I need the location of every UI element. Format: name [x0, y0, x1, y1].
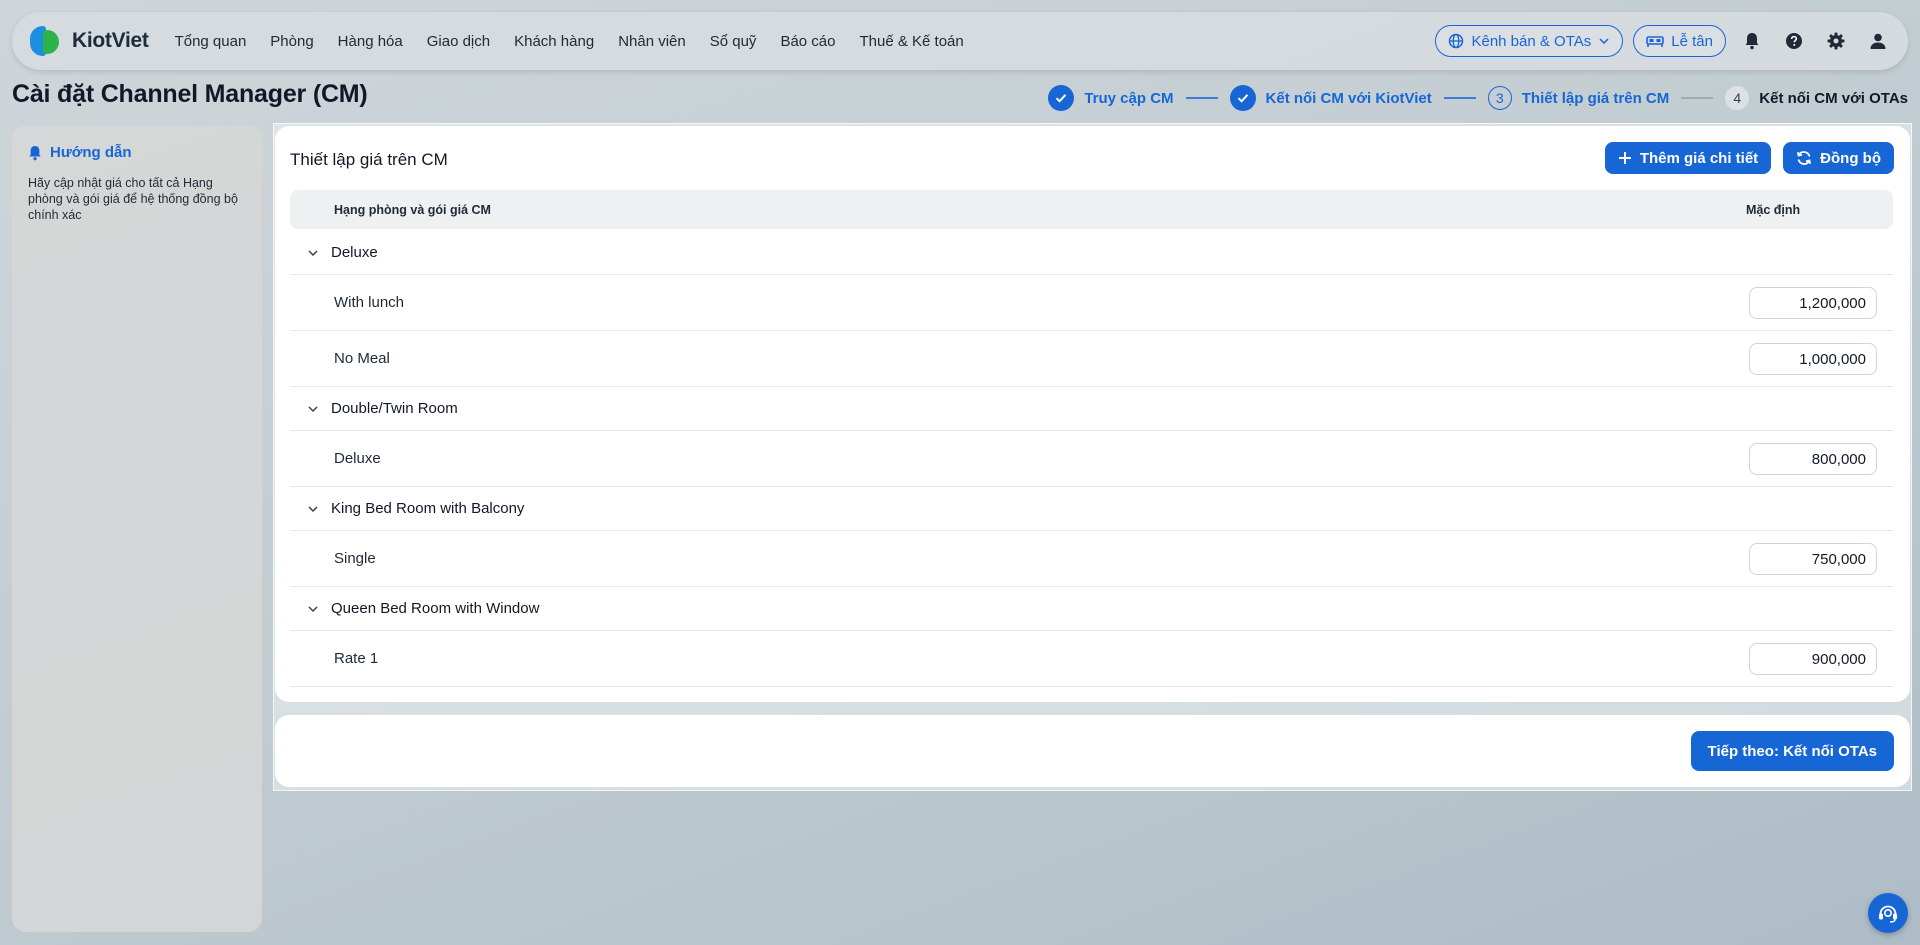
nav-item-goods[interactable]: Hàng hóa [338, 33, 403, 50]
pricing-title: Thiết lập giá trên CM [290, 150, 448, 169]
step-label: Thiết lập giá trên CM [1521, 89, 1670, 107]
check-icon [1229, 85, 1256, 111]
plus-icon [1618, 152, 1631, 164]
column-header-default: Mặc định [1746, 202, 1801, 217]
main-nav: Tổng quan Phòng Hàng hóa Giao dịch Khách… [175, 33, 964, 50]
room-group-row[interactable]: Deluxe [290, 231, 1893, 275]
step-number: 4 [1725, 86, 1750, 110]
default-price-input[interactable] [1749, 643, 1877, 675]
default-price-input[interactable] [1749, 543, 1877, 575]
step-label: Truy cập CM [1084, 89, 1174, 107]
bed-icon [1646, 36, 1665, 47]
chevron-down-icon[interactable] [307, 247, 321, 259]
sales-channel-label: Kênh bán & OTAs [1471, 32, 1592, 50]
nav-item-rooms[interactable]: Phòng [270, 33, 313, 50]
pricing-table-body: Deluxe With lunch No Meal Double/Twin Ro… [290, 231, 1893, 687]
pricing-table-header: Hạng phòng và gói giá CM Mặc định [290, 190, 1893, 229]
nav-item-staff[interactable]: Nhân viên [618, 33, 686, 50]
check-icon [1048, 85, 1075, 111]
page-title: Cài đặt Channel Manager (CM) [12, 80, 368, 108]
nav-item-customers[interactable]: Khách hàng [514, 33, 594, 50]
rate-plan-name: Single [334, 550, 376, 567]
help-button[interactable] [1778, 25, 1810, 57]
sync-icon [1797, 151, 1812, 165]
kiotviet-logo-icon [28, 24, 62, 58]
add-detail-price-button[interactable]: Thêm giá chi tiết [1604, 142, 1772, 174]
reception-button[interactable]: Lễ tân [1633, 25, 1726, 57]
setup-stepper: Truy cập CM Kết nối CM với KiotViet 3 Th… [1048, 84, 1908, 112]
support-chat-button[interactable] [1868, 893, 1908, 933]
brand-logo[interactable]: KiotViet [28, 24, 149, 58]
next-connect-otas-button[interactable]: Tiếp theo: Kết nối OTAs [1690, 731, 1894, 771]
account-button[interactable] [1862, 25, 1894, 57]
room-group-name: Double/Twin Room [331, 400, 458, 417]
chevron-down-icon [1599, 38, 1609, 45]
step-access-cm[interactable]: Truy cập CM [1048, 85, 1174, 111]
top-right-actions: Kênh bán & OTAs Lễ tân [1435, 25, 1894, 57]
globe-icon [1449, 33, 1464, 49]
nav-item-cashbook[interactable]: Sổ quỹ [710, 33, 757, 50]
user-icon [1870, 33, 1886, 49]
footer-actions-card: Tiếp theo: Kết nối OTAs [275, 715, 1910, 787]
nav-item-transactions[interactable]: Giao dịch [427, 33, 490, 50]
settings-button[interactable] [1820, 25, 1852, 57]
top-navbar: KiotViet Tổng quan Phòng Hàng hóa Giao d… [12, 12, 1908, 70]
step-connector [1185, 97, 1218, 99]
sync-label: Đồng bộ [1820, 149, 1881, 167]
room-group-name: King Bed Room with Balcony [331, 500, 525, 517]
table-row: With lunch [290, 275, 1893, 331]
rate-plan-name: Deluxe [334, 450, 381, 467]
room-group-row[interactable]: King Bed Room with Balcony [290, 487, 1893, 531]
step-connector [1443, 97, 1476, 99]
nav-item-reports[interactable]: Báo cáo [780, 33, 835, 50]
help-icon [1786, 33, 1802, 49]
bell-icon [1745, 33, 1759, 50]
step-connect-otas[interactable]: 4 Kết nối CM với OTAs [1725, 86, 1908, 110]
guide-panel: Hướng dẫn Hãy cập nhật giá cho tất cả Hạ… [12, 126, 262, 932]
step-set-prices[interactable]: 3 Thiết lập giá trên CM [1487, 86, 1670, 110]
table-row: Deluxe [290, 431, 1893, 487]
gear-icon [1827, 32, 1845, 50]
column-header-room-rate: Hạng phòng và gói giá CM [334, 202, 491, 217]
guide-text: Hãy cập nhật giá cho tất cả Hạng phòng v… [28, 176, 238, 222]
default-price-input[interactable] [1749, 343, 1877, 375]
chevron-down-icon[interactable] [307, 603, 321, 615]
sync-button[interactable]: Đồng bộ [1783, 142, 1894, 174]
room-group-name: Deluxe [331, 244, 378, 261]
rate-plan-name: With lunch [334, 294, 405, 311]
table-row: Single [290, 531, 1893, 587]
table-row: No Meal [290, 331, 1893, 387]
add-detail-price-label: Thêm giá chi tiết [1639, 149, 1759, 167]
pricing-card: Thiết lập giá trên CM Thêm giá chi tiết … [275, 126, 1910, 702]
room-group-name: Queen Bed Room with Window [331, 600, 540, 617]
pricing-actions: Thêm giá chi tiết Đồng bộ [1604, 142, 1894, 174]
nav-item-overview[interactable]: Tổng quan [175, 33, 247, 50]
table-row: Rate 1 [290, 631, 1893, 687]
default-price-input[interactable] [1749, 287, 1877, 319]
brand-name: KiotViet [72, 29, 149, 52]
headset-icon [1879, 905, 1897, 923]
reception-label: Lễ tân [1671, 32, 1713, 50]
notification-button[interactable] [1736, 25, 1768, 57]
step-label: Kết nối CM với OTAs [1759, 89, 1908, 107]
bell-icon [29, 145, 41, 160]
room-group-row[interactable]: Queen Bed Room with Window [290, 587, 1893, 631]
rate-plan-name: Rate 1 [334, 650, 379, 667]
step-connector [1681, 97, 1714, 99]
default-price-input[interactable] [1749, 443, 1877, 475]
sales-channel-button[interactable]: Kênh bán & OTAs [1435, 25, 1624, 57]
chevron-down-icon[interactable] [307, 503, 321, 515]
nav-item-tax-accounting[interactable]: Thuế & Kế toán [859, 33, 963, 50]
room-group-row[interactable]: Double/Twin Room [290, 387, 1893, 431]
guide-header: Hướng dẫn [28, 144, 246, 161]
step-number: 3 [1487, 86, 1512, 110]
rate-plan-name: No Meal [334, 350, 390, 367]
guide-title: Hướng dẫn [50, 144, 132, 161]
step-connect-kiotviet[interactable]: Kết nối CM với KiotViet [1229, 85, 1432, 111]
chevron-down-icon[interactable] [307, 403, 321, 415]
step-label: Kết nối CM với KiotViet [1265, 89, 1432, 107]
